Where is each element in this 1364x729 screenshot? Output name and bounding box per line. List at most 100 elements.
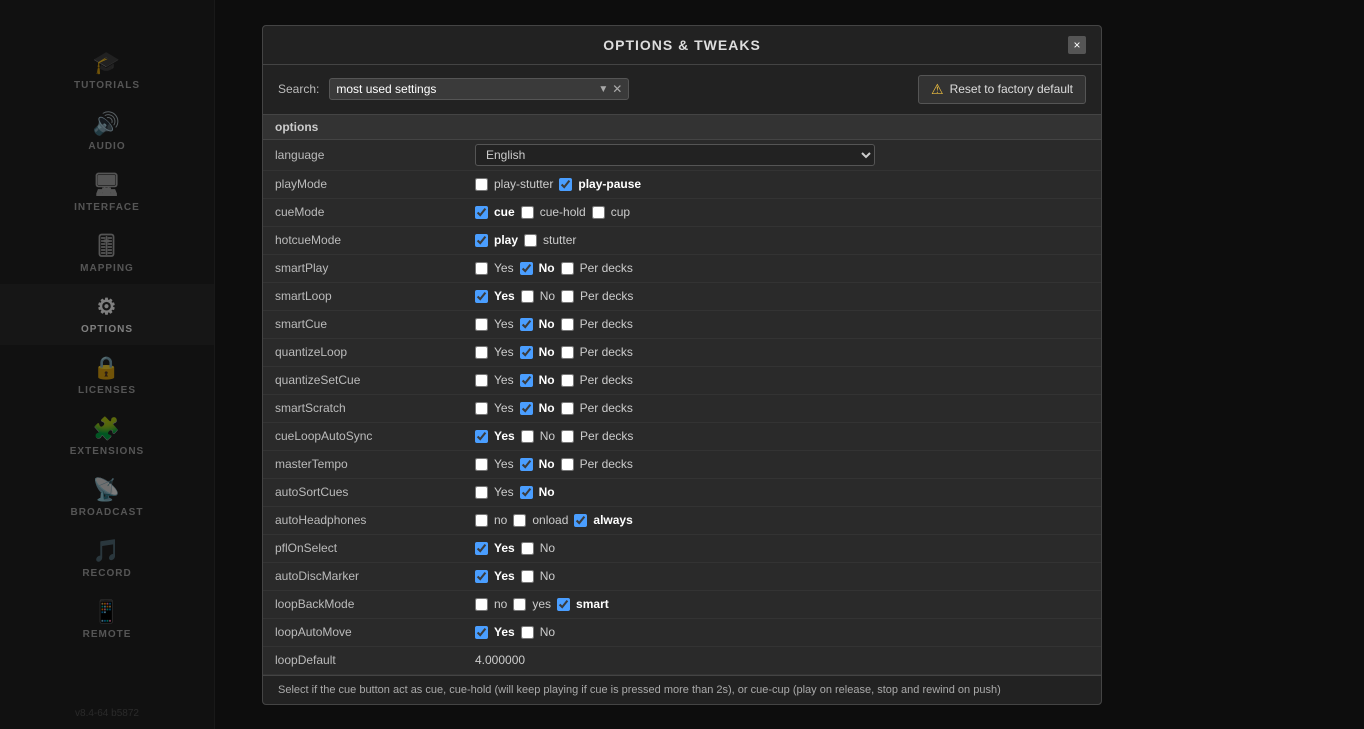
options-modal: OPTIONS & TWEAKS × Search: ▼ ✕ ⚠ Reset t… — [262, 25, 1102, 705]
option-row-loopBackMode: loopBackMode no yes smart — [263, 591, 1101, 619]
autoHeadphones-cb-2[interactable] — [574, 514, 587, 527]
masterTempo-cb-0[interactable] — [475, 458, 488, 471]
smartCue-cb-2[interactable] — [561, 318, 574, 331]
cueMode-cb-0[interactable] — [475, 206, 488, 219]
modal-close-button[interactable]: × — [1068, 36, 1086, 54]
cueLoopAutoSync-cb-2[interactable] — [561, 430, 574, 443]
hotcueMode-label-1: stutter — [543, 233, 576, 247]
loopAutoMove-cb-1[interactable] — [521, 626, 534, 639]
playMode-cb-0[interactable] — [475, 178, 488, 191]
smartScratch-cb-2[interactable] — [561, 402, 574, 415]
playMode-cb-1[interactable] — [559, 178, 572, 191]
cueMode-label-2: cup — [611, 205, 630, 219]
quantizeLoop-cb-0[interactable] — [475, 346, 488, 359]
loopBackMode-cb-2[interactable] — [557, 598, 570, 611]
playMode-label-0: play-stutter — [494, 177, 553, 191]
cueLoopAutoSync-cb-1[interactable] — [521, 430, 534, 443]
smartCue-label-2: Per decks — [580, 317, 633, 331]
smartLoop-cb-2[interactable] — [561, 290, 574, 303]
autoDiscMarker-cb-0[interactable] — [475, 570, 488, 583]
hotcueMode-cb-1[interactable] — [524, 234, 537, 247]
loopBackMode-cb-1[interactable] — [513, 598, 526, 611]
modal-overlay: OPTIONS & TWEAKS × Search: ▼ ✕ ⚠ Reset t… — [0, 0, 1364, 729]
search-dropdown-arrow-icon[interactable]: ▼ — [598, 84, 608, 95]
quantizeLoop-label-0: Yes — [494, 345, 514, 359]
smartScratch-cb-0[interactable] — [475, 402, 488, 415]
section-options-header: options — [263, 115, 1101, 140]
cueLoopAutoSync-cb-0[interactable] — [475, 430, 488, 443]
options-scroll-area[interactable]: options language English playMode p — [263, 115, 1101, 675]
hotcueMode-cb-0[interactable] — [475, 234, 488, 247]
autoHeadphones-cb-1[interactable] — [513, 514, 526, 527]
smartPlay-cb-1[interactable] — [520, 262, 533, 275]
autoHeadphones-label-1: onload — [532, 513, 568, 527]
option-name-playMode: playMode — [275, 177, 475, 191]
app-background: 🎓 TUTORIALS 🔊 AUDIO 🖥 INTERFACE 🎚 MAPPIN… — [0, 0, 1364, 729]
quantizeSetCue-label-1: No — [539, 373, 555, 387]
option-controls-quantizeSetCue: Yes No Per decks — [475, 373, 1089, 387]
smartLoop-label-2: Per decks — [580, 289, 633, 303]
option-name-cueMode: cueMode — [275, 205, 475, 219]
option-controls-smartPlay: Yes No Per decks — [475, 261, 1089, 275]
search-input-wrap[interactable]: ▼ ✕ — [329, 78, 629, 100]
search-clear-icon[interactable]: ✕ — [612, 82, 622, 96]
autoHeadphones-cb-0[interactable] — [475, 514, 488, 527]
smartPlay-cb-0[interactable] — [475, 262, 488, 275]
option-name-smartScratch: smartScratch — [275, 401, 475, 415]
autoSortCues-cb-1[interactable] — [520, 486, 533, 499]
autoDiscMarker-label-1: No — [540, 569, 555, 583]
quantizeSetCue-cb-2[interactable] — [561, 374, 574, 387]
option-row-pflOnSelect: pflOnSelect Yes No — [263, 535, 1101, 563]
smartLoop-cb-0[interactable] — [475, 290, 488, 303]
loopDefault-value: 4.000000 — [475, 653, 525, 667]
language-select[interactable]: English — [475, 144, 875, 166]
smartCue-label-1: No — [539, 317, 555, 331]
masterTempo-cb-2[interactable] — [561, 458, 574, 471]
masterTempo-label-1: No — [539, 457, 555, 471]
pflOnSelect-cb-1[interactable] — [521, 542, 534, 555]
pflOnSelect-label-1: No — [540, 541, 555, 555]
loopBackMode-cb-0[interactable] — [475, 598, 488, 611]
quantizeSetCue-cb-1[interactable] — [520, 374, 533, 387]
option-row-autoHeadphones: autoHeadphones no onload always — [263, 507, 1101, 535]
reset-factory-label: Reset to factory default — [950, 82, 1073, 96]
cueLoopAutoSync-label-1: No — [540, 429, 555, 443]
quantizeLoop-cb-1[interactable] — [520, 346, 533, 359]
smartCue-cb-0[interactable] — [475, 318, 488, 331]
smartPlay-cb-2[interactable] — [561, 262, 574, 275]
autoSortCues-cb-0[interactable] — [475, 486, 488, 499]
modal-title-bar: OPTIONS & TWEAKS × — [263, 26, 1101, 65]
option-name-smartLoop: smartLoop — [275, 289, 475, 303]
smartCue-cb-1[interactable] — [520, 318, 533, 331]
search-input[interactable] — [336, 82, 598, 96]
quantizeLoop-cb-2[interactable] — [561, 346, 574, 359]
option-row-smartCue: smartCue Yes No Per decks — [263, 311, 1101, 339]
search-label: Search: — [278, 82, 319, 96]
loopAutoMove-label-0: Yes — [494, 625, 515, 639]
quantizeSetCue-cb-0[interactable] — [475, 374, 488, 387]
autoDiscMarker-cb-1[interactable] — [521, 570, 534, 583]
smartScratch-cb-1[interactable] — [520, 402, 533, 415]
cueMode-cb-2[interactable] — [592, 206, 605, 219]
cueLoopAutoSync-label-0: Yes — [494, 429, 515, 443]
reset-factory-button[interactable]: ⚠ Reset to factory default — [918, 75, 1086, 104]
option-controls-language: English — [475, 144, 1089, 166]
option-row-playMode: playMode play-stutter play-pause — [263, 171, 1101, 199]
pflOnSelect-cb-0[interactable] — [475, 542, 488, 555]
option-controls-loopDefault: 4.000000 — [475, 653, 1089, 667]
loopBackMode-label-2: smart — [576, 597, 609, 611]
masterTempo-cb-1[interactable] — [520, 458, 533, 471]
loopAutoMove-cb-0[interactable] — [475, 626, 488, 639]
smartScratch-label-0: Yes — [494, 401, 514, 415]
smartScratch-label-1: No — [539, 401, 555, 415]
option-row-masterTempo: masterTempo Yes No Per decks — [263, 451, 1101, 479]
option-name-smartCue: smartCue — [275, 317, 475, 331]
option-controls-autoDiscMarker: Yes No — [475, 569, 1089, 583]
smartLoop-cb-1[interactable] — [521, 290, 534, 303]
quantizeLoop-label-1: No — [539, 345, 555, 359]
pflOnSelect-label-0: Yes — [494, 541, 515, 555]
quantizeLoop-label-2: Per decks — [580, 345, 633, 359]
cueMode-cb-1[interactable] — [521, 206, 534, 219]
masterTempo-label-0: Yes — [494, 457, 514, 471]
option-name-loopAutoMove: loopAutoMove — [275, 625, 475, 639]
